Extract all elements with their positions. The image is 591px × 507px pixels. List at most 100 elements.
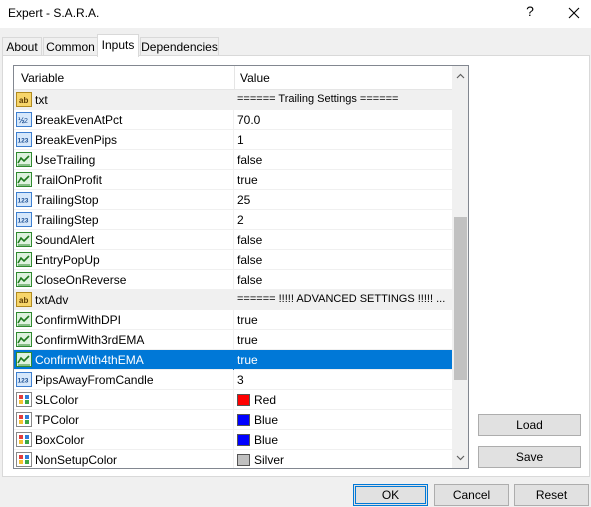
123-icon: 123: [16, 192, 32, 207]
scroll-up-arrow[interactable]: [452, 68, 468, 85]
variable-cell[interactable]: BoxColor: [14, 430, 234, 450]
table-row[interactable]: TrailOnProfit true: [14, 170, 452, 190]
scroll-down-arrow[interactable]: [452, 449, 468, 466]
table-row[interactable]: NonSetupColor Silver: [14, 450, 452, 468]
value-cell[interactable]: 25: [235, 190, 452, 210]
bool-icon: [16, 272, 32, 287]
variable-cell[interactable]: TrailOnProfit: [14, 170, 234, 190]
variable-cell[interactable]: TPColor: [14, 410, 234, 430]
variable-cell[interactable]: NonSetupColor: [14, 450, 234, 468]
svg-text:123: 123: [18, 378, 29, 385]
table-row[interactable]: ab txtAdv ====== !!!!! ADVANCED SETTINGS !…: [14, 290, 452, 310]
table-row[interactable]: ConfirmWith4thEMA true: [14, 350, 452, 370]
variable-cell[interactable]: 123 PipsAwayFromCandle: [14, 370, 234, 390]
value-cell[interactable]: true: [235, 310, 452, 330]
value-cell[interactable]: false: [235, 230, 452, 250]
value-cell[interactable]: Silver: [235, 450, 452, 468]
variable-value: true: [237, 313, 258, 327]
value-cell[interactable]: false: [235, 250, 452, 270]
tab-common[interactable]: Common: [43, 37, 98, 56]
cancel-button[interactable]: Cancel: [434, 484, 509, 506]
table-row[interactable]: SoundAlert false: [14, 230, 452, 250]
tab-dependencies[interactable]: Dependencies: [140, 37, 219, 56]
value-cell[interactable]: 70.0: [235, 110, 452, 130]
vertical-scrollbar[interactable]: [452, 66, 468, 468]
table-row[interactable]: CloseOnReverse false: [14, 270, 452, 290]
table-row[interactable]: EntryPopUp false: [14, 250, 452, 270]
color-swatch: [237, 394, 250, 406]
value-cell[interactable]: true: [235, 350, 452, 370]
svg-text:ab: ab: [19, 96, 28, 105]
value-cell[interactable]: ====== !!!!! ADVANCED SETTINGS !!!!! ...: [235, 290, 452, 310]
header-variable[interactable]: Variable: [21, 71, 64, 85]
color-swatch: [237, 454, 250, 466]
variable-cell[interactable]: ab txtAdv: [14, 290, 234, 310]
variable-cell[interactable]: ConfirmWith3rdEMA: [14, 330, 234, 350]
value-cell[interactable]: 2: [235, 210, 452, 230]
variable-cell[interactable]: 123 TrailingStep: [14, 210, 234, 230]
value-cell[interactable]: true: [235, 330, 452, 350]
v2-icon: ½2: [16, 112, 32, 127]
inputs-grid: Variable Value ab txt ====== Trailing Sett…: [13, 65, 469, 469]
save-button[interactable]: Save: [478, 446, 581, 468]
variable-value: ====== !!!!! ADVANCED SETTINGS !!!!! ...: [237, 293, 446, 305]
scroll-thumb[interactable]: [454, 217, 467, 380]
value-cell[interactable]: false: [235, 270, 452, 290]
bool-icon: [16, 252, 32, 267]
load-button[interactable]: Load: [478, 414, 581, 436]
table-row[interactable]: UseTrailing false: [14, 150, 452, 170]
help-button[interactable]: ?: [518, 3, 542, 23]
variable-name: TPColor: [35, 413, 80, 427]
table-row[interactable]: TPColor Blue: [14, 410, 452, 430]
variable-cell[interactable]: EntryPopUp: [14, 250, 234, 270]
table-row[interactable]: 123 TrailingStep 2: [14, 210, 452, 230]
variable-name: PipsAwayFromCandle: [35, 373, 154, 387]
table-row[interactable]: 123 TrailingStop 25: [14, 190, 452, 210]
variable-cell[interactable]: 123 TrailingStop: [14, 190, 234, 210]
color-icon: [16, 412, 32, 427]
table-row[interactable]: SLColor Red: [14, 390, 452, 410]
variable-cell[interactable]: 123 BreakEvenPips: [14, 130, 234, 150]
value-cell[interactable]: 1: [235, 130, 452, 150]
value-cell[interactable]: Blue: [235, 430, 452, 450]
close-button[interactable]: [562, 4, 586, 24]
variable-value: false: [237, 153, 263, 167]
tab-strip: About Common Inputs Dependencies: [0, 34, 591, 57]
table-row[interactable]: ½ 2 BreakEvenAtPct 70.0: [14, 110, 452, 130]
variable-cell[interactable]: ½ 2 BreakEvenAtPct: [14, 110, 234, 130]
header-value[interactable]: Value: [240, 71, 270, 85]
table-row[interactable]: 123 PipsAwayFromCandle 3: [14, 370, 452, 390]
value-cell[interactable]: 3: [235, 370, 452, 390]
tab-about[interactable]: About: [2, 37, 42, 56]
variable-value: 25: [237, 193, 251, 207]
variable-cell[interactable]: ab txt: [14, 90, 234, 110]
value-cell[interactable]: Red: [235, 390, 452, 410]
header-separator[interactable]: [234, 66, 235, 90]
variable-cell[interactable]: UseTrailing: [14, 150, 234, 170]
variable-name: TrailingStop: [35, 193, 99, 207]
color-swatch: [237, 414, 250, 426]
color-icon: [16, 432, 32, 447]
table-row[interactable]: BoxColor Blue: [14, 430, 452, 450]
table-row[interactable]: ab txt ====== Trailing Settings ======: [14, 90, 452, 110]
bool-icon: [16, 352, 32, 367]
variable-cell[interactable]: CloseOnReverse: [14, 270, 234, 290]
variable-name: EntryPopUp: [35, 253, 100, 267]
value-cell[interactable]: true: [235, 170, 452, 190]
variable-cell[interactable]: SoundAlert: [14, 230, 234, 250]
value-cell[interactable]: ====== Trailing Settings ======: [235, 90, 452, 110]
variable-cell[interactable]: ConfirmWith4thEMA: [14, 350, 234, 370]
table-row[interactable]: ConfirmWith3rdEMA true: [14, 330, 452, 350]
variable-cell[interactable]: SLColor: [14, 390, 234, 410]
ok-button[interactable]: OK: [353, 484, 428, 506]
variable-value: 2: [237, 213, 244, 227]
svg-text:123: 123: [18, 138, 29, 145]
value-cell[interactable]: Blue: [235, 410, 452, 430]
tab-inputs[interactable]: Inputs: [97, 34, 139, 57]
reset-button[interactable]: Reset: [514, 484, 589, 506]
table-row[interactable]: ConfirmWithDPI true: [14, 310, 452, 330]
variable-value: false: [237, 273, 263, 287]
table-row[interactable]: 123 BreakEvenPips 1: [14, 130, 452, 150]
variable-cell[interactable]: ConfirmWithDPI: [14, 310, 234, 330]
value-cell[interactable]: false: [235, 150, 452, 170]
